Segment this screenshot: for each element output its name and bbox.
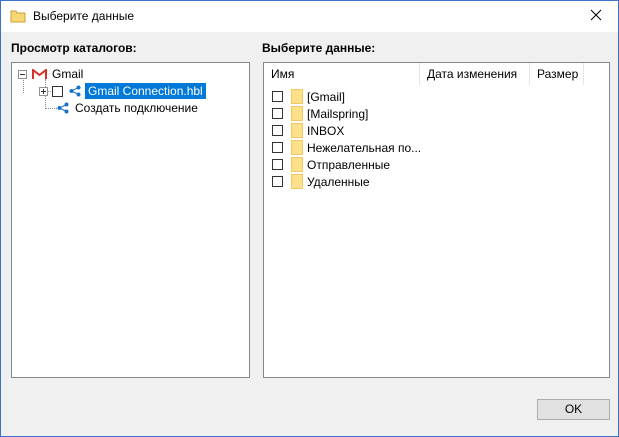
folder-icon (291, 123, 303, 138)
catalog-browser-label: Просмотр каталогов: (11, 41, 137, 55)
tree-item-label: Gmail (52, 67, 84, 81)
list-item[interactable]: Отправленные (272, 156, 390, 173)
close-icon (590, 9, 602, 24)
item-label: Удаленные (307, 174, 370, 189)
tree-line (45, 108, 57, 109)
expand-toggle[interactable] (39, 86, 48, 96)
list-item[interactable]: Удаленные (272, 173, 370, 190)
tree-item-label: Создать подключение (75, 101, 198, 115)
folder-icon (10, 9, 26, 23)
column-header-size[interactable]: Размер (530, 63, 584, 85)
list-item[interactable]: [Gmail] (272, 88, 345, 105)
item-checkbox[interactable] (272, 91, 283, 102)
item-label: [Mailspring] (307, 106, 369, 121)
tree-item-label: Gmail Connection.hbl (85, 83, 206, 99)
item-label: Нежелательная по... (307, 140, 422, 155)
collapse-toggle[interactable] (18, 69, 27, 79)
item-label: INBOX (307, 123, 345, 138)
share-icon (57, 102, 69, 114)
list-item[interactable]: Нежелательная по... (272, 139, 421, 156)
title-bar: Выберите данные (1, 1, 618, 32)
list-item[interactable]: [Mailspring] (272, 105, 368, 122)
item-checkbox[interactable] (272, 176, 283, 187)
dialog-window: Выберите данные Просмотр каталогов: Gmai… (0, 0, 619, 437)
list-item[interactable]: INBOX (272, 122, 344, 139)
folder-icon (291, 106, 303, 121)
folder-icon (291, 89, 303, 104)
column-header-date[interactable]: Дата изменения (420, 63, 530, 85)
column-header-name[interactable]: Имя (264, 63, 420, 85)
folder-icon (291, 174, 303, 189)
item-label: [Gmail] (307, 89, 346, 104)
item-checkbox[interactable] (272, 108, 283, 119)
share-icon (69, 85, 81, 97)
item-checkbox[interactable] (272, 125, 283, 136)
connection-checkbox[interactable] (52, 85, 63, 97)
tree-item-connection[interactable]: Gmail Connection.hbl (39, 82, 206, 100)
close-button[interactable] (574, 1, 618, 32)
folder-icon (291, 140, 303, 155)
ok-button[interactable]: OK (537, 399, 610, 420)
folder-icon (291, 157, 303, 172)
item-label: Отправленные (307, 157, 391, 172)
select-data-label: Выберите данные: (262, 41, 376, 55)
tree-item-create-connection[interactable]: Создать подключение (57, 99, 198, 117)
data-list-panel[interactable]: Имя Дата изменения Размер [Gmail] [Mails… (263, 62, 610, 378)
window-title: Выберите данные (33, 9, 135, 23)
tree-item-gmail[interactable]: Gmail (18, 65, 83, 83)
item-checkbox[interactable] (272, 142, 283, 153)
gmail-icon (32, 68, 47, 80)
catalog-tree-panel[interactable]: Gmail Gmail Connection.hbl Создать подкл… (11, 62, 250, 378)
item-checkbox[interactable] (272, 159, 283, 170)
